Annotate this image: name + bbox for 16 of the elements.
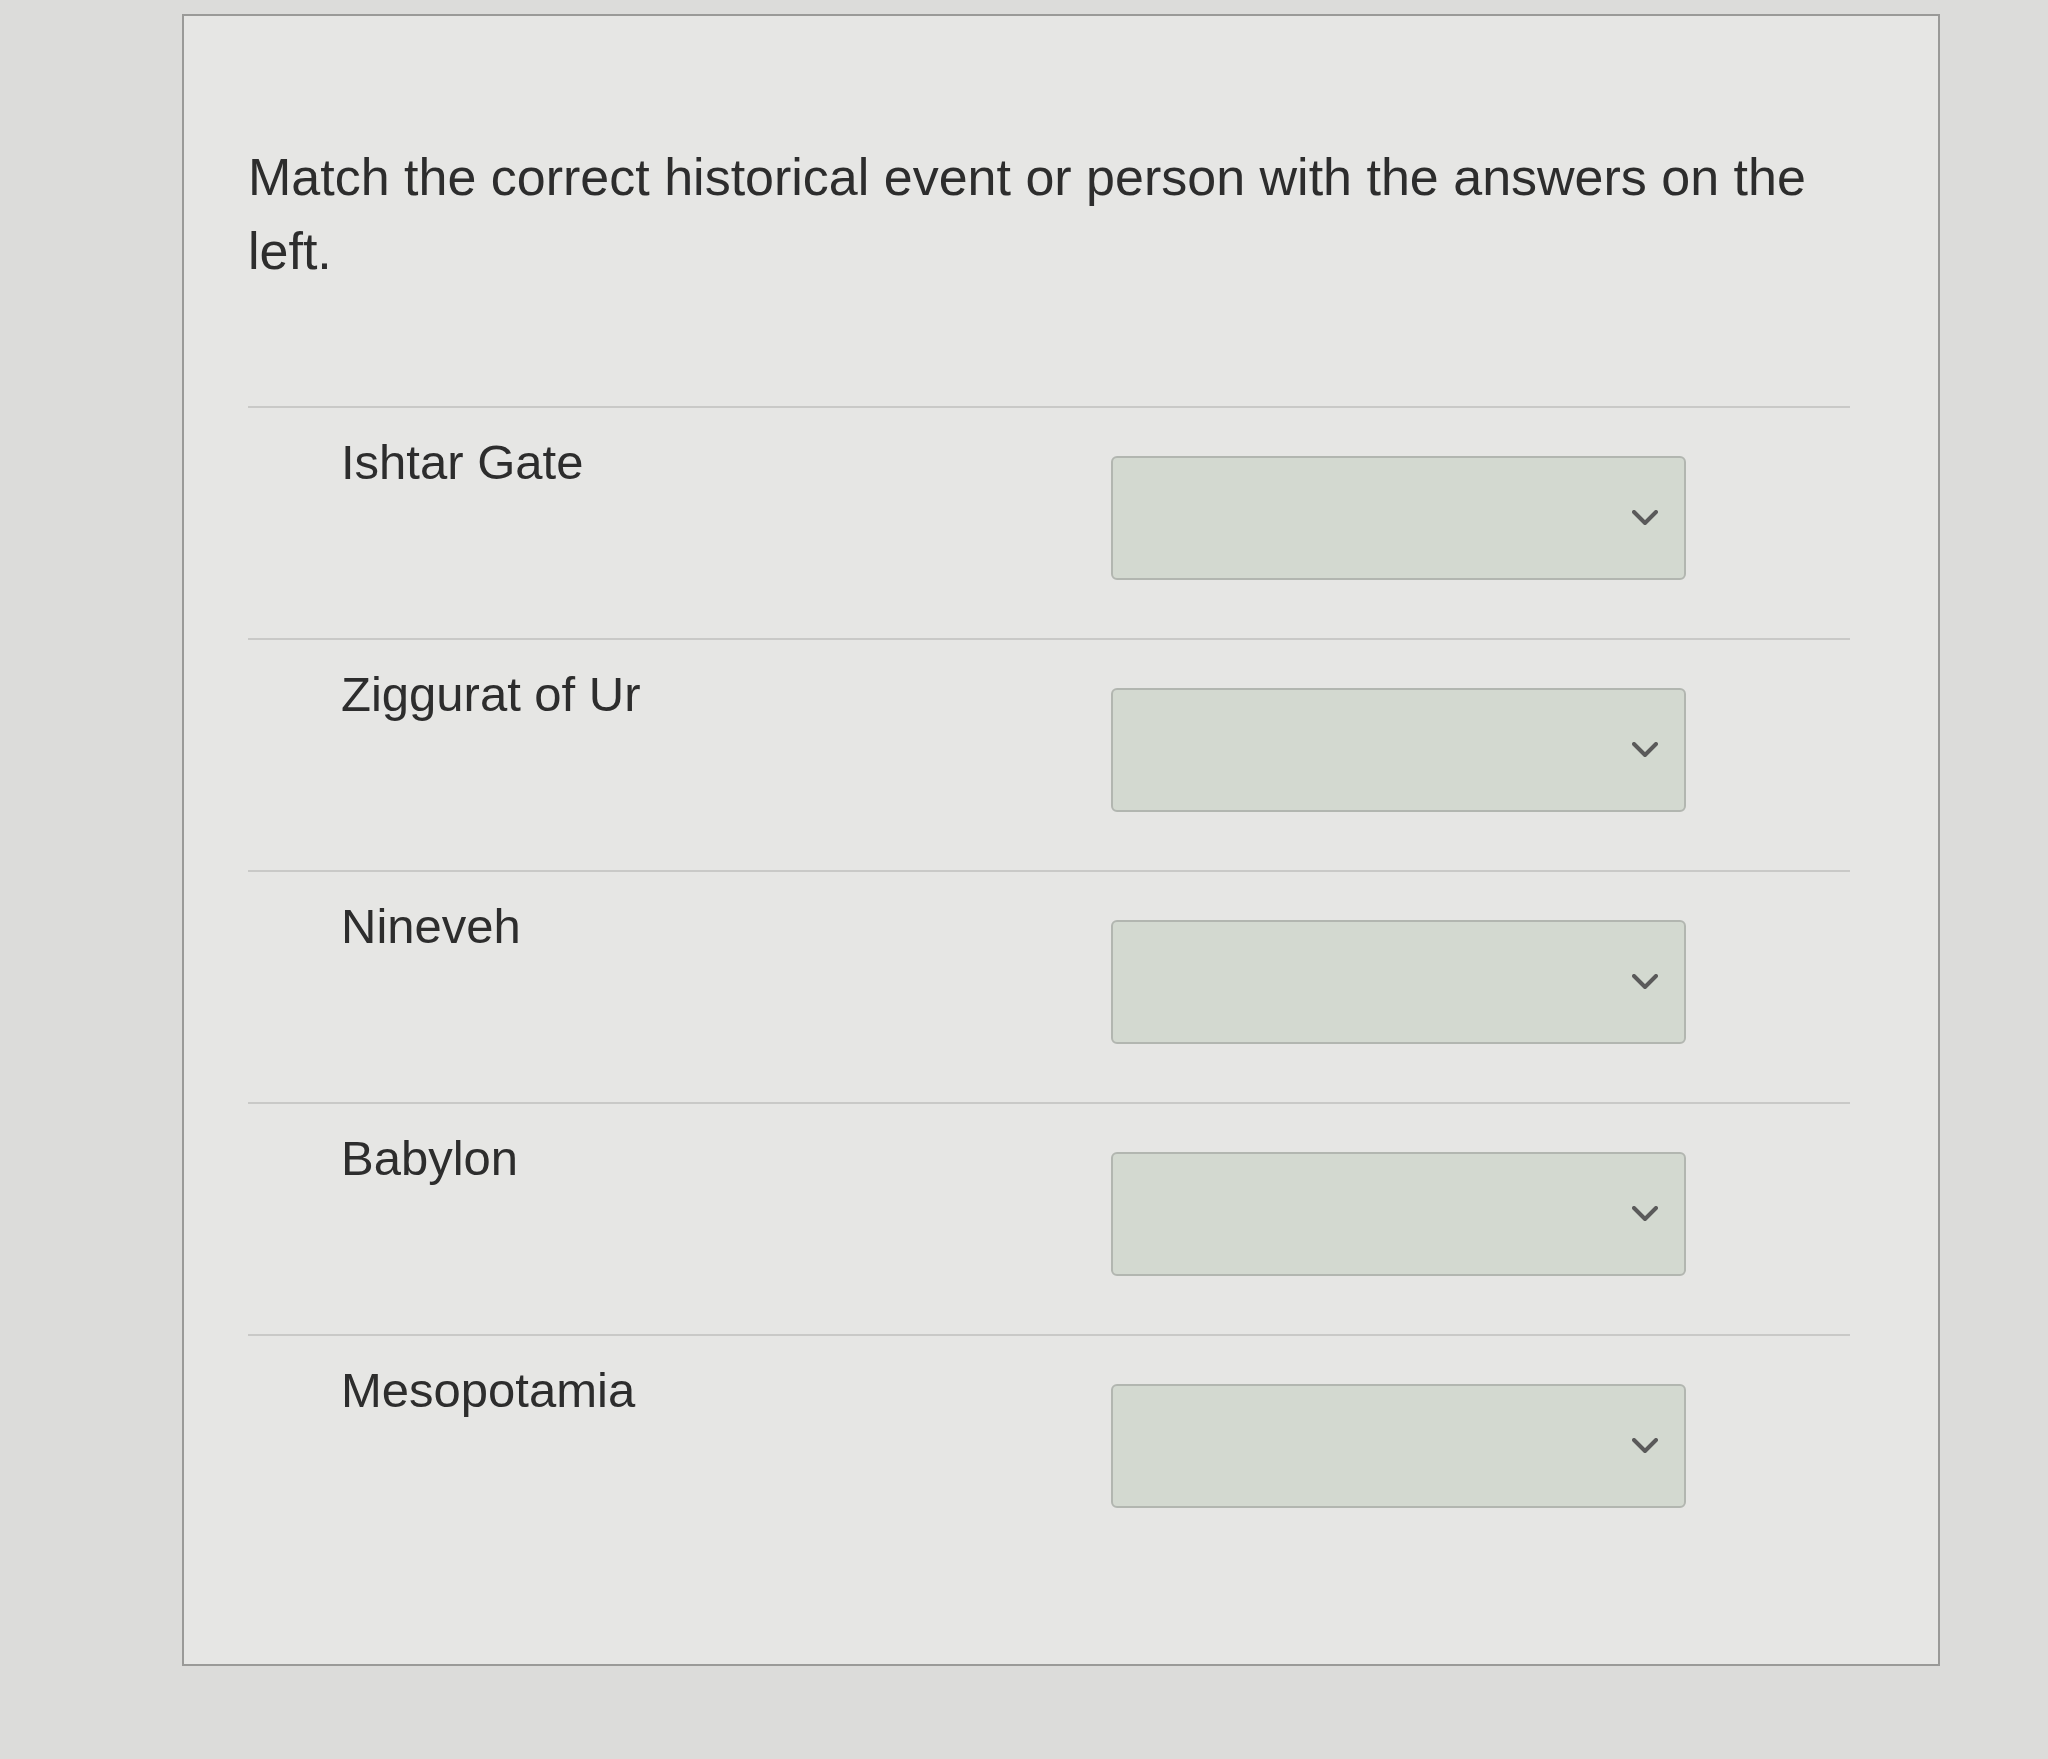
item-label: Mesopotamia: [341, 1362, 636, 1418]
chevron-down-icon: [1632, 1438, 1658, 1454]
item-label: Ziggurat of Ur: [341, 666, 641, 722]
answer-dropdown[interactable]: [1111, 920, 1686, 1044]
chevron-down-icon: [1632, 974, 1658, 990]
answer-dropdown[interactable]: [1111, 456, 1686, 580]
chevron-down-icon: [1632, 510, 1658, 526]
answer-dropdown[interactable]: [1111, 1152, 1686, 1276]
item-label: Ishtar Gate: [341, 434, 584, 490]
item-label: Nineveh: [341, 898, 521, 954]
question-text: Match the correct historical event or person with the answers on the left.: [248, 147, 1807, 282]
chevron-down-icon: [1632, 1206, 1658, 1222]
answer-dropdown[interactable]: [1111, 688, 1686, 812]
chevron-down-icon: [1632, 742, 1658, 758]
item-label: Babylon: [341, 1130, 519, 1186]
answer-dropdown[interactable]: [1111, 1384, 1686, 1508]
